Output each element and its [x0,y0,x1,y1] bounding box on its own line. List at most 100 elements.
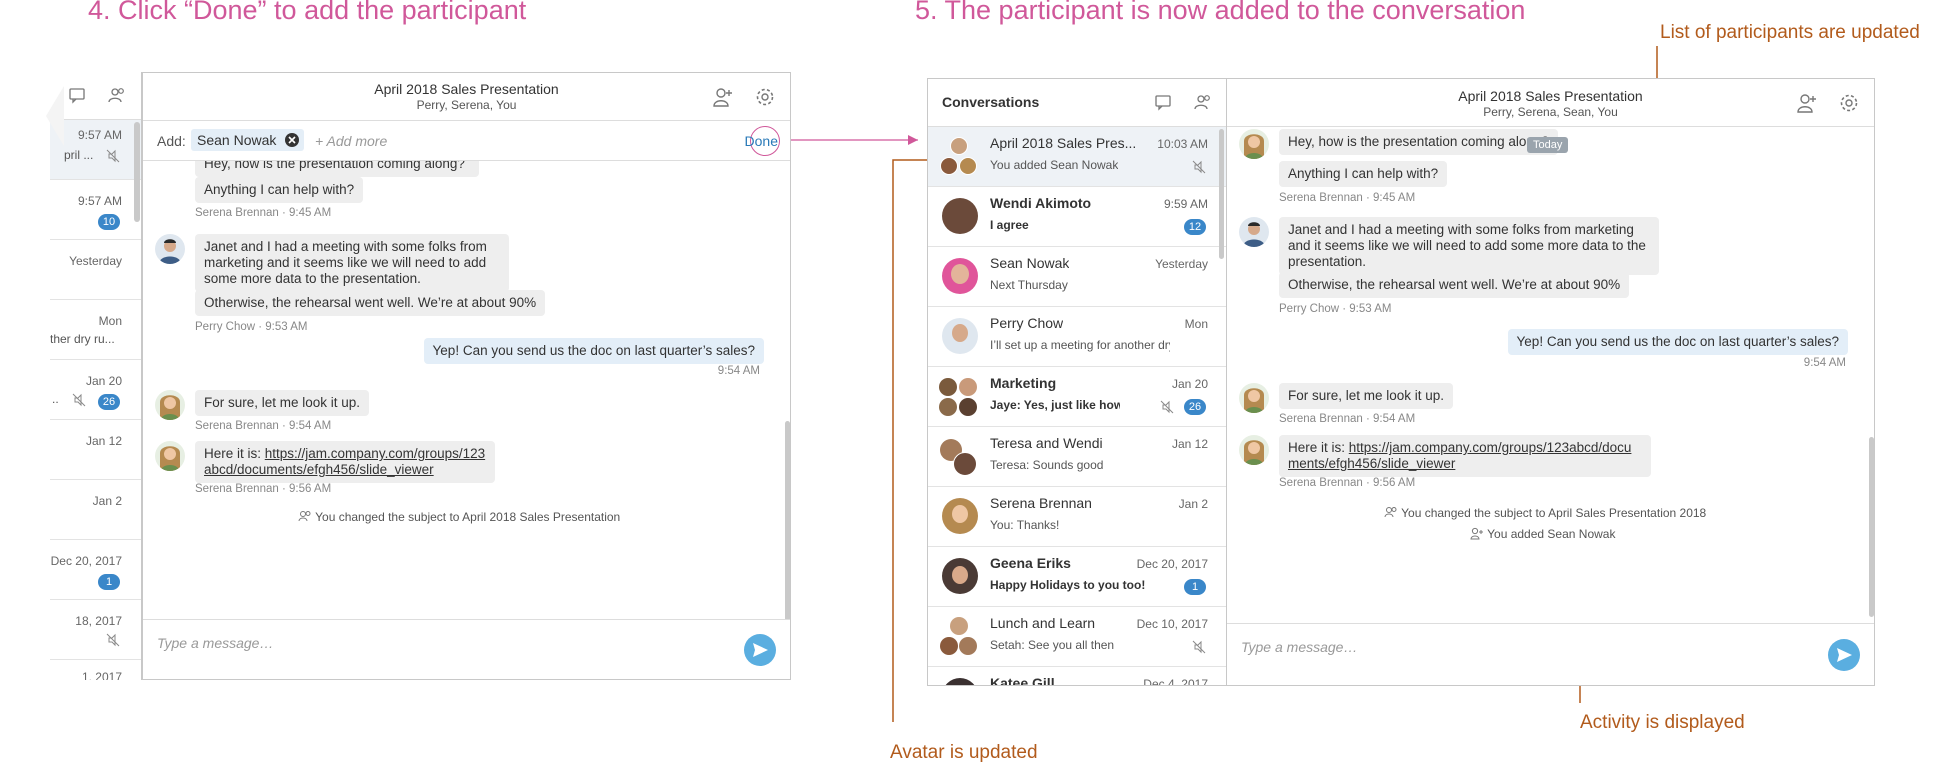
new-chat-icon[interactable] [68,86,86,104]
chat-pane: April 2018 Sales Presentation Perry, Ser… [142,72,791,680]
add-participant-icon[interactable] [1796,92,1818,114]
my-message-bubble: Yep! Can you send us the doc on last qua… [423,338,764,364]
avatar [942,678,978,685]
conversation-list: Conversations April 2018 Sales Pres... 1… [927,78,1227,686]
new-group-icon[interactable] [1194,93,1212,111]
conversation-preview: I’ll set up a meeting for another dry ru… [990,338,1170,352]
conversation-time: 10:03 AM [1157,137,1208,151]
conversation-preview: Next Thursday [990,278,1068,292]
list-item[interactable]: 9:57 AM 10 [50,180,141,240]
list-item[interactable]: 18, 2017 [50,600,141,660]
avatar [942,318,978,354]
conversation-time: Dec 20, 2017 [1136,557,1208,571]
done-button[interactable]: Done [745,133,778,149]
send-icon [1837,648,1852,662]
mute-icon [1160,400,1174,414]
list-item[interactable]: Jan 2 [50,480,141,540]
conversation-time: 9:59 AM [1163,197,1208,211]
unread-badge: 26 [98,394,120,410]
my-message-bubble: Yep! Can you send us the doc on last qua… [1507,329,1848,355]
avatar [942,198,978,234]
activity-subject-changed: You changed the subject to April Sales P… [1384,506,1706,520]
group-icon [1384,507,1397,518]
conversation-item-serena[interactable]: Serena Brennan Jan 2 You: Thanks! [928,487,1226,547]
chat-scrollbar[interactable] [785,421,790,621]
message-bubble: Here it is: https://jam.company.com/grou… [1279,435,1651,477]
settings-gear-icon[interactable] [754,86,776,108]
group-avatar [938,437,978,477]
avatar-perry [1239,217,1269,247]
add-person-icon [1470,527,1483,540]
collapse-tab[interactable] [46,86,66,146]
conversation-item-perry[interactable]: Perry Chow Mon I’ll set up a meeting for… [928,307,1226,367]
message-meta: Serena Brennan · 9:54 AM [195,420,332,432]
list-item[interactable]: Dec 20, 2017 1 [50,540,141,600]
conversation-preview: Happy Holidays to you too! [990,578,1146,592]
activity-participant-added: You added Sean Nowak [1470,527,1615,541]
avatar [942,498,978,534]
conversation-time: Yesterday [1155,257,1208,271]
list-item[interactable]: Jan 20 .. 26 [50,360,141,420]
list-item[interactable]: Mon ther dry ru... [50,300,141,360]
list-scrollbar[interactable] [1219,129,1224,259]
list-header: Conversations [928,79,1226,127]
message-meta: Perry Chow · 9:53 AM [1279,303,1392,315]
conversation-item-wendi[interactable]: Wendi Akimoto 9:59 AM I agree 12 [928,187,1226,247]
conversation-item-marketing[interactable]: Marketing Jan 20 Jaye: Yes, just like ho… [928,367,1226,427]
message-bubble: Janet and I had a meeting with some folk… [195,234,509,292]
left-window: 9:57 AM pril ... 9:57 AM 10 Yesterday Mo… [46,72,791,680]
conversation-preview: Jaye: Yes, just like how it ... [990,398,1120,412]
composer: Type a message… [1227,623,1874,685]
group-avatar [938,617,978,657]
conversation-name: Marketing [990,375,1057,391]
conversation-time: Jan 12 [1171,437,1208,451]
chat-scrollbar[interactable] [1869,437,1874,617]
message-meta: 9:54 AM [717,365,760,377]
list-item[interactable]: Yesterday [50,240,141,300]
conversation-name: Serena Brennan [990,495,1092,511]
remove-chip-icon[interactable] [284,132,300,148]
message-meta: Serena Brennan · 9:45 AM [1279,192,1416,204]
unread-badge: 1 [98,574,120,590]
add-label: Add: [157,133,186,149]
conversation-item-katee[interactable]: Katee Gill Dec 4, 2017 [928,667,1226,685]
message-bubble: Anything I can help with? [195,177,364,203]
send-button[interactable] [1828,639,1860,671]
conversation-item-geena[interactable]: Geena Eriks Dec 20, 2017 Happy Holidays … [928,547,1226,607]
conversation-name: Geena Eriks [990,555,1071,571]
settings-gear-icon[interactable] [1838,92,1860,114]
send-button[interactable] [744,634,776,666]
message-bubble: For sure, let me look it up. [1279,383,1454,409]
message-input[interactable]: Type a message… [157,635,273,651]
list-item[interactable]: Jan 12 [50,420,141,480]
date-divider-today: Today [1527,137,1569,153]
list-title: Conversations [942,94,1040,110]
conversation-item-april-sales[interactable]: April 2018 Sales Pres... 10:03 AM You ad… [928,127,1226,187]
conversation-preview: You added Sean Nowak [990,158,1119,172]
chat-title: April 2018 Sales Presentation [374,81,559,97]
add-participant-icon[interactable] [712,86,734,108]
message-bubble: Hey, how is the presentation coming alon… [1279,129,1558,155]
participant-chip[interactable]: Sean Nowak [191,129,305,151]
conversation-time: Dec 10, 2017 [1136,617,1208,631]
message-bubble: Here it is: https://jam.company.com/grou… [195,441,495,483]
add-more-input[interactable]: + Add more [315,133,387,149]
conversation-item-teresa-wendi[interactable]: Teresa and Wendi Jan 12 Teresa: Sounds g… [928,427,1226,487]
unread-badge: 26 [1184,399,1206,415]
avatar-perry [155,234,185,264]
group-icon [298,511,311,522]
conversation-preview: Teresa: Sounds good [990,458,1104,472]
conversation-preview: I agree [990,218,1029,232]
list-item[interactable]: 1, 2017 [50,660,141,680]
conversation-item-lunch-learn[interactable]: Lunch and Learn Dec 10, 2017 Setah: See … [928,607,1226,667]
list-scrollbar[interactable] [134,122,140,222]
avatar-serena [155,390,185,420]
chat-title: April 2018 Sales Presentation [1458,88,1643,104]
new-group-icon[interactable] [108,86,126,104]
avatar-serena [1239,129,1269,159]
new-chat-icon[interactable] [1154,93,1172,111]
message-list: Hey, how is the presentation coming alon… [143,161,790,621]
message-bubble: Janet and I had a meeting with some folk… [1279,217,1659,275]
message-input[interactable]: Type a message… [1241,639,1357,655]
conversation-item-sean[interactable]: Sean Nowak Yesterday Next Thursday [928,247,1226,307]
